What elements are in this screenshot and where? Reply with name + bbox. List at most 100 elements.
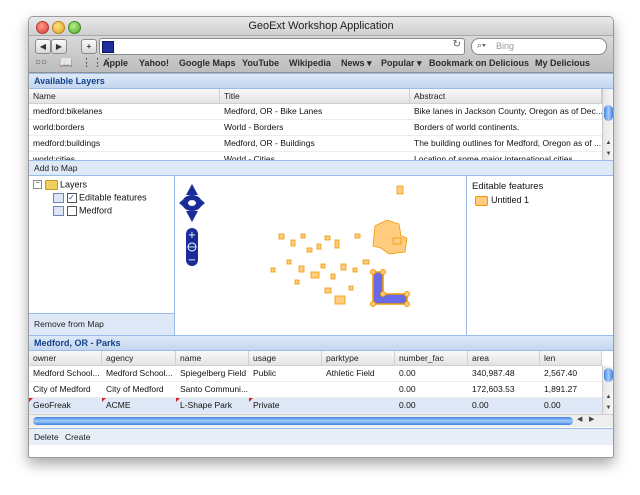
bookmark-apple[interactable]: Apple bbox=[103, 58, 128, 68]
table-row-selected[interactable]: GeoFreak ACME L-Shape Park Private 0.00 … bbox=[29, 398, 602, 414]
pan-control[interactable] bbox=[179, 184, 205, 222]
dirty-marker-icon bbox=[29, 398, 33, 402]
table-row[interactable]: City of Medford City of Medford Santo Co… bbox=[29, 382, 602, 398]
column-area[interactable]: area bbox=[468, 351, 540, 365]
legend-title: Editable features bbox=[472, 181, 544, 192]
table-row[interactable]: medford:bikelanes Medford, OR - Bike Lan… bbox=[29, 104, 602, 120]
remove-from-map-button[interactable]: Remove from Map bbox=[29, 319, 104, 329]
search-placeholder: Bing bbox=[496, 41, 515, 51]
cell-number-fac: 0.00 bbox=[399, 384, 416, 394]
add-bookmark-icon[interactable]: + bbox=[81, 39, 97, 54]
cell-owner: Medford School... bbox=[33, 368, 100, 378]
cell-name: Spiegelberg Field bbox=[180, 368, 247, 378]
column-number-fac[interactable]: number_fac bbox=[395, 351, 468, 365]
svg-text:−: − bbox=[188, 255, 196, 266]
cell-agency: ACME bbox=[106, 400, 131, 410]
legend-panel: Editable features Untitled 1 bbox=[466, 176, 613, 335]
cell-owner: GeoFreak bbox=[33, 400, 71, 410]
search-field[interactable]: ⌕▾ Bing bbox=[471, 38, 607, 55]
tree-item-medford[interactable]: Medford bbox=[53, 205, 112, 216]
parks-grid-vscrollbar[interactable]: ▲ ▼ bbox=[602, 366, 613, 414]
cell-abstract: The building outlines for Medford, Orego… bbox=[414, 138, 602, 148]
cell-area: 0.00 bbox=[472, 400, 489, 410]
reading-glasses-icon[interactable]: ○○ bbox=[35, 57, 47, 68]
column-agency[interactable]: agency bbox=[102, 351, 176, 365]
cell-name: medford:buildings bbox=[33, 138, 101, 148]
tree-item-editable-features[interactable]: ✓ Editable features bbox=[53, 192, 147, 203]
cell-name: Santo Communi... bbox=[180, 384, 249, 394]
tree-item-label: Medford bbox=[79, 205, 113, 216]
map-panel[interactable]: + − bbox=[175, 176, 465, 335]
cell-len: 2,567.40 bbox=[544, 368, 578, 378]
column-title[interactable]: Title bbox=[220, 89, 410, 103]
delete-button[interactable]: Delete bbox=[29, 432, 59, 442]
column-len[interactable]: len bbox=[540, 351, 602, 365]
cell-parktype bbox=[322, 382, 395, 397]
bookmark-wikipedia[interactable]: Wikipedia bbox=[289, 58, 331, 68]
scroll-up-icon[interactable]: ▲ bbox=[603, 392, 613, 402]
reload-icon[interactable]: ↻ bbox=[453, 39, 461, 50]
scroll-down-icon[interactable]: ▼ bbox=[603, 149, 613, 159]
tree-root-label: Layers bbox=[60, 179, 88, 190]
scroll-up-icon[interactable]: ▲ bbox=[603, 138, 613, 148]
bookmark-delicious[interactable]: Bookmark on Delicious bbox=[429, 58, 529, 68]
cell-parktype: Athletic Field bbox=[326, 368, 375, 378]
visibility-checkbox[interactable] bbox=[66, 205, 77, 216]
cell-agency: City of Medford bbox=[106, 384, 164, 394]
column-usage[interactable]: usage bbox=[249, 351, 322, 365]
table-row[interactable]: world:borders World - Borders Borders of… bbox=[29, 120, 602, 136]
column-abstract[interactable]: Abstract bbox=[410, 89, 602, 103]
forward-icon[interactable]: ▶ bbox=[51, 39, 67, 54]
layers-grid-scrollbar[interactable]: ▲ ▼ bbox=[602, 89, 613, 160]
layers-grid-header: Name Title Abstract bbox=[29, 89, 602, 104]
cell-len: 1,891.27 bbox=[544, 384, 578, 394]
collapse-icon[interactable]: − bbox=[33, 180, 42, 190]
cell-name: world:borders bbox=[33, 122, 85, 132]
tree-root-node[interactable]: − Layers bbox=[33, 179, 87, 190]
cell-number-fac: 0.00 bbox=[399, 368, 416, 378]
scroll-right-icon[interactable]: ▶ bbox=[589, 415, 594, 423]
cell-owner: City of Medford bbox=[33, 384, 91, 394]
column-name[interactable]: Name bbox=[29, 89, 220, 103]
table-row[interactable]: medford:buildings Medford, OR - Building… bbox=[29, 136, 602, 152]
l-shape-park-feature[interactable] bbox=[370, 269, 410, 307]
layer-tree-panel: − Layers ✓ Editable features Medford Rem… bbox=[29, 176, 175, 335]
bookmarks-book-icon[interactable]: 📖 bbox=[59, 56, 73, 69]
parks-panel-footer: Delete Create bbox=[29, 428, 613, 445]
back-icon[interactable]: ◀ bbox=[35, 39, 51, 54]
column-parktype[interactable]: parktype bbox=[322, 351, 395, 365]
visibility-checkbox[interactable]: ✓ bbox=[66, 192, 77, 203]
cell-title: Medford, OR - Bike Lanes bbox=[224, 106, 323, 116]
parks-grid-hscrollbar[interactable]: ◀ ▶ bbox=[29, 414, 613, 427]
column-owner[interactable]: owner bbox=[29, 351, 102, 365]
browser-window: GeoExt Workshop Application ◀ ▶ + ↻ ⌕▾ B… bbox=[28, 16, 614, 458]
table-row[interactable]: Medford School... Medford School... Spie… bbox=[29, 366, 602, 382]
column-name[interactable]: name bbox=[176, 351, 249, 365]
bookmark-my-delicious[interactable]: My Delicious bbox=[535, 58, 590, 68]
bookmark-news[interactable]: News ▾ bbox=[341, 58, 372, 69]
zoom-control[interactable]: + − bbox=[186, 228, 198, 266]
bookmark-popular[interactable]: Popular ▾ bbox=[381, 58, 422, 69]
add-to-map-button[interactable]: Add to Map bbox=[29, 163, 77, 173]
scroll-thumb[interactable] bbox=[604, 105, 613, 121]
bookmark-yahoo[interactable]: Yahoo! bbox=[139, 58, 169, 68]
cell-title: World - Borders bbox=[224, 122, 284, 132]
scroll-thumb[interactable] bbox=[604, 368, 613, 382]
legend-item-label: Untitled 1 bbox=[491, 195, 530, 205]
tree-panel-footer: Remove from Map bbox=[29, 313, 174, 335]
create-button[interactable]: Create bbox=[61, 432, 91, 442]
legend-swatch bbox=[475, 196, 488, 206]
cell-abstract: Bike lanes in Jackson County, Oregon as … bbox=[414, 106, 602, 116]
map-canvas[interactable]: + − bbox=[175, 176, 465, 335]
address-bar[interactable]: ↻ bbox=[99, 38, 465, 55]
parks-panel-header: Medford, OR - Parks bbox=[29, 335, 613, 351]
cell-len: 0.00 bbox=[544, 400, 561, 410]
scroll-down-icon[interactable]: ▼ bbox=[603, 403, 613, 413]
bookmark-google-maps[interactable]: Google Maps bbox=[179, 58, 236, 68]
table-row[interactable]: world:cities World - Cities Location of … bbox=[29, 152, 602, 160]
app-content: Available Layers Name Title Abstract med… bbox=[29, 73, 613, 457]
cell-number-fac: 0.00 bbox=[399, 400, 416, 410]
hscroll-thumb[interactable] bbox=[33, 417, 573, 425]
bookmark-youtube[interactable]: YouTube bbox=[242, 58, 279, 68]
scroll-left-icon[interactable]: ◀ bbox=[577, 415, 582, 423]
